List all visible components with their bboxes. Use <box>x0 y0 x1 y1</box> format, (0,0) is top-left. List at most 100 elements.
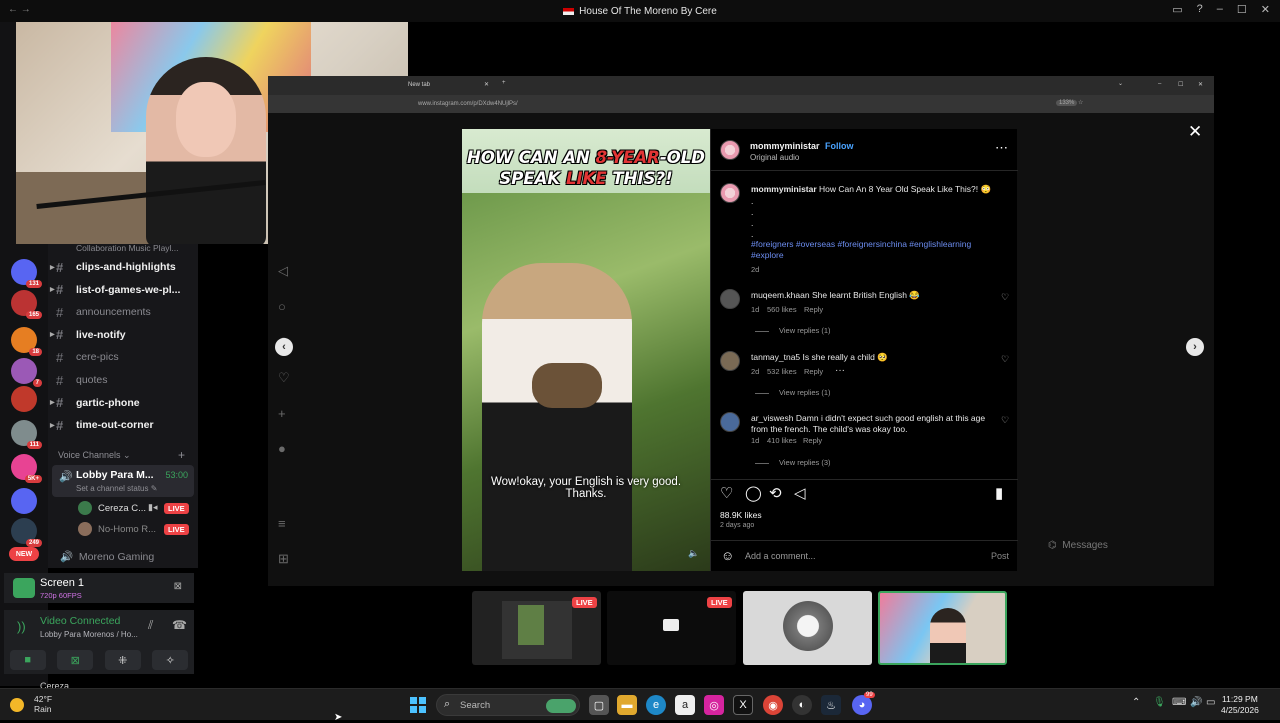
voice-channels-header[interactable]: Voice Channels ⌄ <box>58 450 131 461</box>
add-channel-icon[interactable]: + <box>178 448 185 462</box>
inbox-icon[interactable]: ▭ <box>1172 3 1182 16</box>
post-button[interactable]: Post <box>991 551 1009 561</box>
like-icon[interactable]: ♡ <box>720 484 733 502</box>
explore-icon[interactable]: ◁ <box>278 263 300 279</box>
task-view-icon[interactable]: ▢ <box>589 695 609 715</box>
channel-item[interactable]: ▶ # time-out-corner <box>50 415 196 435</box>
discord-icon[interactable]: ◕ <box>852 695 872 715</box>
mic-icon[interactable]: 🎙 <box>1153 697 1166 708</box>
address-bar[interactable]: www.instagram.com/p/DXdw4NUjlPs/ 133% ☆ <box>268 95 1214 113</box>
reel-video[interactable]: HOW CAN AN 8-YEAR-OLD SPEAK LIKE THIS?! … <box>462 129 710 571</box>
commenter-avatar[interactable] <box>720 351 740 371</box>
reply-button[interactable]: Reply <box>804 367 823 376</box>
minimize-button[interactable]: – <box>1217 3 1223 16</box>
browser-close[interactable]: ✕ <box>1198 81 1203 88</box>
maximize-button[interactable]: ☐ <box>1237 3 1247 16</box>
noise-suppression-icon[interactable]: ⫽ <box>148 618 153 633</box>
comment-input[interactable]: Add a comment... <box>745 551 816 561</box>
clock[interactable]: 11:29 PM 4/25/2026 <box>1221 694 1259 716</box>
star-icon[interactable]: ☆ <box>1078 99 1083 106</box>
taskbar-search[interactable]: ⌕ Search <box>436 694 580 716</box>
file-explorer-icon[interactable]: ▬ <box>617 695 637 715</box>
save-icon[interactable]: ▮ <box>995 484 1003 502</box>
author-avatar[interactable] <box>720 183 740 203</box>
server-icon[interactable]: NEW <box>9 547 39 561</box>
comment-likes[interactable]: 410 likes <box>767 436 797 445</box>
voice-channel-lobby[interactable]: 🔊 Lobby Para M... 53:00 Set a channel st… <box>52 465 194 497</box>
server-icon[interactable]: 111 <box>11 420 42 449</box>
create-icon[interactable]: + <box>278 406 300 421</box>
soundboard-button[interactable]: ✧ <box>152 650 189 670</box>
camera-button[interactable]: ■ <box>9 650 46 670</box>
weather-widget[interactable]: 42°F Rain <box>10 694 52 714</box>
emoji-icon[interactable]: ☺ <box>721 548 734 563</box>
reply-button[interactable]: Reply <box>803 436 822 445</box>
comment-likes[interactable]: 532 likes <box>767 367 797 376</box>
chrome-icon[interactable]: ◉ <box>763 695 783 715</box>
obs-icon[interactable]: ◐ <box>792 695 812 715</box>
channel-item[interactable]: ▶ # gartic-phone <box>50 393 196 413</box>
new-tab-icon[interactable]: + <box>502 80 506 86</box>
steam-icon[interactable]: ♨ <box>821 695 841 715</box>
follow-button[interactable]: Follow <box>825 141 854 151</box>
comment-options-icon[interactable]: ··· <box>835 365 845 376</box>
notifications-icon[interactable]: ♡ <box>278 370 300 386</box>
browser-minimize[interactable]: – <box>1158 81 1161 87</box>
screen-share-button[interactable]: ⊠ <box>57 650 94 670</box>
start-button[interactable] <box>410 697 426 713</box>
url-text[interactable]: www.instagram.com/p/DXdw4NUjlPs/ <box>418 101 518 107</box>
comment-icon[interactable]: ◯ <box>745 484 762 502</box>
video-channel[interactable]: Lobby Para Morenos / Ho... <box>40 630 138 639</box>
server-icon[interactable]: 165 <box>11 290 42 319</box>
reply-button[interactable]: Reply <box>804 305 823 314</box>
comment-like-icon[interactable]: ♡ <box>1001 354 1009 365</box>
comment-likes[interactable]: 560 likes <box>767 305 797 314</box>
hashtags[interactable]: #foreigners #overseas #foreignersinchina… <box>751 239 971 250</box>
view-replies[interactable]: View replies (3) <box>755 458 831 467</box>
tab-close-icon[interactable]: ✕ <box>484 81 489 88</box>
signal-icon[interactable]: )) <box>17 619 26 634</box>
server-icon[interactable] <box>11 488 37 514</box>
channel-item[interactable]: # announcements <box>56 302 196 322</box>
edge-icon[interactable]: e <box>646 695 666 715</box>
share-icon[interactable]: ◁ <box>794 484 806 502</box>
back-icon[interactable]: ← → <box>8 4 31 15</box>
channel-item[interactable]: # cere-pics <box>56 347 196 367</box>
disconnect-icon[interactable]: ☎ <box>172 618 187 632</box>
x-icon[interactable]: X <box>733 695 753 715</box>
next-post-button[interactable]: › <box>1186 338 1204 356</box>
hashtags[interactable]: #explore <box>751 250 784 261</box>
stream-thumbnail[interactable] <box>878 591 1007 665</box>
activities-button[interactable]: ⁜ <box>104 650 141 670</box>
voice-channel-moreno[interactable]: 🔊 Moreno Gaming <box>60 550 154 563</box>
server-icon[interactable]: 7 <box>11 358 42 387</box>
server-icon[interactable] <box>11 386 37 412</box>
commenter-avatar[interactable] <box>720 289 740 309</box>
browser-dropdown-icon[interactable]: ⌄ <box>1118 80 1123 87</box>
mute-icon[interactable]: 🔈 <box>688 548 699 559</box>
view-replies[interactable]: View replies (1) <box>755 388 831 397</box>
zoom-level[interactable]: 133% <box>1056 100 1078 106</box>
close-modal-icon[interactable]: ✕ <box>1188 122 1202 142</box>
network-icon[interactable]: ⌨ <box>1172 697 1186 708</box>
comment-like-icon[interactable]: ♡ <box>1001 292 1009 303</box>
server-icon[interactable]: 5K+ <box>11 454 42 483</box>
channel-item[interactable]: ▶ # clips-and-highlights <box>50 257 196 277</box>
server-icon[interactable]: 18 <box>11 327 42 356</box>
messages-button[interactable]: ⌬ Messages <box>1048 540 1108 551</box>
amazon-icon[interactable]: a <box>675 695 695 715</box>
browser-maximize[interactable]: ☐ <box>1178 81 1183 88</box>
author-name[interactable]: mommyministar <box>750 141 820 151</box>
voice-member[interactable]: Cereza C... <box>78 499 146 517</box>
voice-member[interactable]: No-Homo R... <box>78 520 156 538</box>
stream-thumbnail[interactable] <box>743 591 872 665</box>
server-icon[interactable]: 249 <box>11 518 42 547</box>
like-count[interactable]: 88.9K likes <box>720 510 762 520</box>
tray-chevron-icon[interactable]: ⌃ <box>1132 697 1140 708</box>
more-options-icon[interactable]: ⋯ <box>995 140 1008 156</box>
channel-item[interactable]: ▶ # list-of-games-we-pl... <box>50 280 196 300</box>
volume-icon[interactable]: 🔊 <box>1190 697 1202 708</box>
channel-item[interactable]: # quotes <box>56 370 196 390</box>
channel-status[interactable]: Set a channel status ✎ <box>76 484 157 493</box>
audio-label[interactable]: Original audio <box>750 153 799 162</box>
